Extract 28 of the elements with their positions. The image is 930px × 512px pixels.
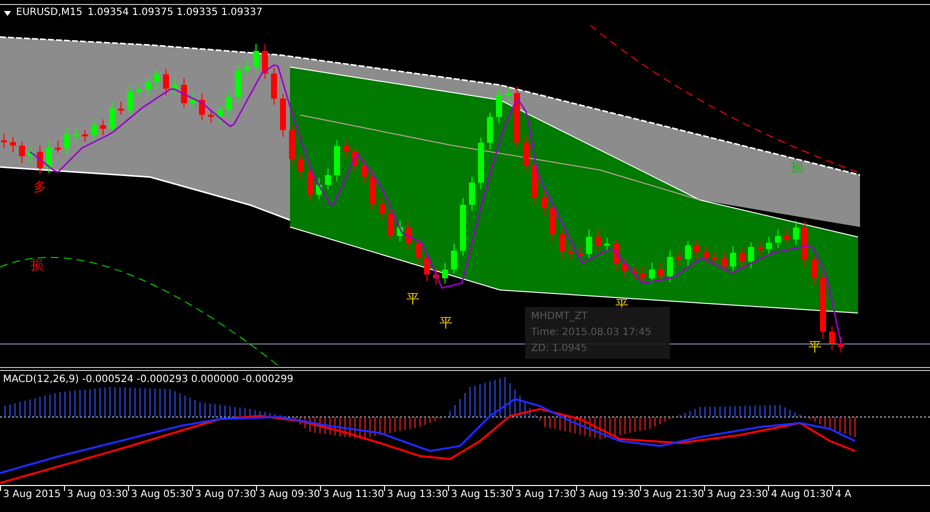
time-label: 3 Aug 21:30 (643, 490, 704, 500)
dropdown-icon[interactable] (4, 10, 11, 16)
tooltip-title: MHDMT_ZT (531, 310, 589, 324)
time-label: 3 Aug 19:30 (579, 490, 640, 500)
quote-values: 1.09354 1.09375 1.09335 1.09337 (87, 8, 262, 18)
time-label: 3 Aug 23:30 (707, 490, 768, 500)
indicator-label: MACD(12,26,9) -0.000524 -0.000293 0.000000 -0.000299 (3, 375, 294, 385)
tooltip-value: ZD: 1.0945 (531, 342, 588, 356)
time-label: 3 Aug 03:30 (67, 490, 128, 500)
signal-glyph: 平 (616, 298, 628, 313)
time-label: 3 Aug 09:30 (259, 490, 320, 500)
time-label: 4 A (835, 490, 852, 500)
time-label: 3 Aug 07:30 (195, 490, 256, 500)
symbol-label: EURUSD,M15 (16, 8, 82, 18)
signal-glyph: 损 (790, 160, 804, 175)
time-label: 3 Aug 13:30 (387, 490, 448, 500)
time-label: 3 Aug 05:30 (131, 490, 192, 500)
signal-glyph: 平 (808, 340, 822, 355)
time-label: 3 Aug 11:30 (323, 490, 384, 500)
time-label: 4 Aug 01:30 (771, 490, 832, 500)
time-label: 3 Aug 17:30 (515, 490, 576, 500)
time-label: 3 Aug 15:30 (451, 490, 512, 500)
signal-glyph: 平 (406, 292, 420, 307)
time-label: 3 Aug 2015 (3, 490, 61, 500)
signal-glyph: 多 (34, 180, 46, 195)
signal-glyph: 平 (440, 316, 452, 331)
tooltip-time: Time: 2015.08.03 17:45 (531, 326, 652, 340)
signal-glyph: 损 (30, 258, 44, 273)
